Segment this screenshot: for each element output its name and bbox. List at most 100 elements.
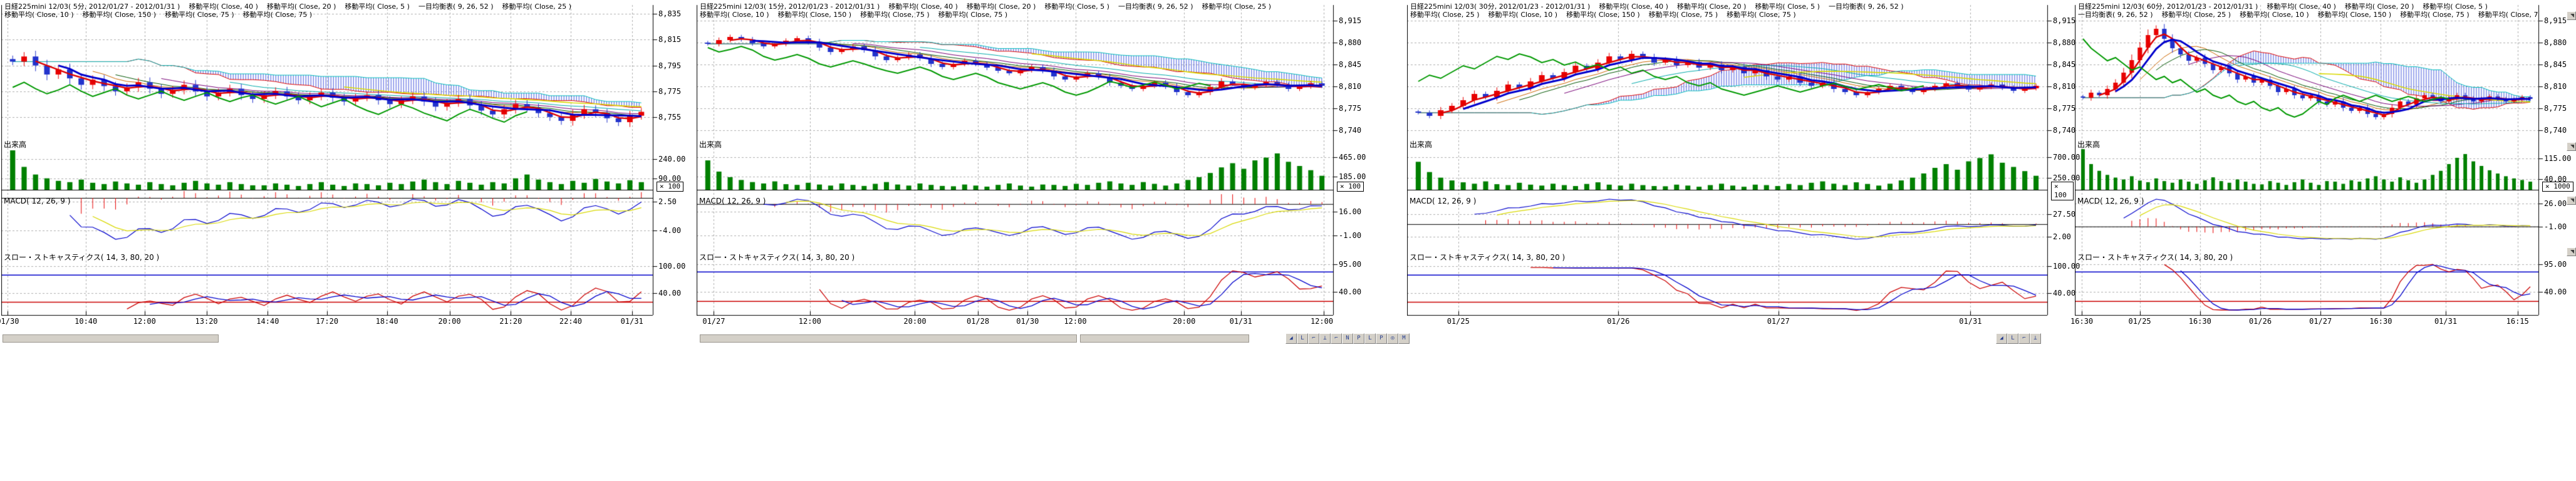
pane-restore-button[interactable] bbox=[2567, 11, 2576, 20]
macd-pane-label: MACD( 12, 26, 9 ) bbox=[2077, 197, 2144, 205]
mini-toolbar-button[interactable]: M bbox=[1398, 333, 1410, 344]
pane-restore-button[interactable] bbox=[2567, 142, 2576, 151]
mini-toolbar-button[interactable]: ◎ bbox=[1387, 333, 1398, 344]
mini-toolbar-button[interactable]: ⊥ bbox=[1319, 333, 1331, 344]
stoch-pane-label: スロー・ストキャスティクス( 14, 3, 80, 20 ) bbox=[2077, 252, 2233, 262]
mini-toolbar-button[interactable]: ⊥ bbox=[2030, 333, 2041, 344]
indicator-label: 移動平均( Close, 40 ) bbox=[189, 3, 258, 11]
time-axis-tick: 16:30 bbox=[2070, 317, 2093, 326]
indicator-label: 移動平均( Close, 150 ) bbox=[778, 11, 852, 19]
price-axis-tick: 8,775 bbox=[2544, 104, 2567, 113]
price-chart-canvas[interactable] bbox=[1, 0, 693, 348]
volume-axis-tick: 240.00 bbox=[658, 155, 685, 163]
mini-toolbar-button[interactable]: L bbox=[2007, 333, 2018, 344]
volume-axis-tick: 700.00 bbox=[2053, 153, 2080, 162]
volume-axis-tick: 115.00 bbox=[2544, 154, 2571, 163]
time-axis-tick: 01/27 bbox=[1767, 317, 1790, 326]
mini-toolbar-button[interactable]: L bbox=[1297, 333, 1308, 344]
time-axis-tick: 14:40 bbox=[256, 317, 279, 326]
indicator-label: 移動平均( Close, 25 ) bbox=[1202, 3, 1272, 11]
time-axis-tick: 01/30 bbox=[0, 317, 19, 326]
time-axis-tick: 01/28 bbox=[967, 317, 989, 326]
time-axis-tick: 10:40 bbox=[75, 317, 97, 326]
mini-toolbar-button[interactable]: ⌐ bbox=[2018, 333, 2030, 344]
horizontal-scrollbar[interactable] bbox=[3, 334, 219, 343]
chart-title: 日経225mini 12/03( 60分, 2012/01/23 - 2012/… bbox=[2078, 3, 2258, 11]
indicator-label: 一目均衡表( 9, 26, 52 ) bbox=[2078, 11, 2153, 19]
time-axis-tick: 01/26 bbox=[2249, 317, 2272, 326]
price-axis-tick: 8,775 bbox=[1339, 104, 1361, 113]
indicator-label: 移動平均( Close, 75 ) bbox=[860, 11, 930, 19]
time-axis-tick: 20:00 bbox=[438, 317, 460, 326]
time-axis-tick: 01/27 bbox=[702, 317, 725, 326]
stoch-axis-tick: 40.00 bbox=[658, 289, 681, 297]
chart-header-line1: 日経225mini 12/03( 15分, 2012/01/23 - 2012/… bbox=[700, 3, 1332, 11]
time-axis-tick: 01/26 bbox=[1607, 317, 1629, 326]
price-chart-canvas[interactable] bbox=[697, 0, 1403, 348]
mini-toolbar-button[interactable]: ◢ bbox=[1285, 333, 1297, 344]
indicator-label: 移動平均( Close, 5 ) bbox=[1755, 3, 1820, 11]
macd-axis-tick: -1.00 bbox=[1339, 231, 1361, 240]
time-axis-tick: 21:20 bbox=[499, 317, 522, 326]
chart-title: 日経225mini 12/03( 5分, 2012/01/27 - 2012/0… bbox=[4, 3, 180, 11]
macd-pane-label: MACD( 12, 26, 9 ) bbox=[1410, 197, 1476, 205]
horizontal-scrollbar[interactable] bbox=[700, 334, 1077, 343]
volume-multiplier-box: × 100 bbox=[657, 182, 683, 192]
price-axis-tick: 8,755 bbox=[658, 113, 681, 122]
volume-axis-tick: 465.00 bbox=[1339, 153, 1366, 162]
price-axis-tick: 8,775 bbox=[2053, 104, 2075, 113]
indicator-label: 移動平均( Close, 5 ) bbox=[2423, 3, 2488, 11]
volume-pane-label: 出来高 bbox=[1410, 139, 1432, 150]
indicator-label: 移動平均( Close, 10 ) bbox=[2240, 11, 2309, 19]
price-axis-tick: 8,795 bbox=[658, 61, 681, 70]
time-axis-tick: 20:00 bbox=[903, 317, 926, 326]
stoch-pane-label: スロー・ストキャスティクス( 14, 3, 80, 20 ) bbox=[4, 252, 159, 262]
price-axis-tick: 8,880 bbox=[2053, 38, 2075, 47]
volume-multiplier-box: × 1000 bbox=[2542, 182, 2573, 192]
volume-multiplier-box: × 100 bbox=[1337, 182, 1364, 192]
indicator-label: 移動平均( Close, 75 ) bbox=[1649, 11, 1718, 19]
stoch-pane-label: スロー・ストキャスティクス( 14, 3, 80, 20 ) bbox=[699, 252, 854, 262]
stoch-axis-tick: 40.00 bbox=[2053, 289, 2075, 297]
indicator-label: 移動平均( Close, 75 ) bbox=[2400, 11, 2470, 19]
horizontal-scrollbar[interactable] bbox=[1080, 334, 1249, 343]
pane-restore-button[interactable] bbox=[2567, 247, 2576, 256]
price-chart-canvas[interactable] bbox=[2075, 0, 2576, 348]
mini-toolbar-button[interactable]: P bbox=[1353, 333, 1364, 344]
time-axis-tick: 22:40 bbox=[559, 317, 582, 326]
price-chart-canvas[interactable] bbox=[1407, 0, 2074, 348]
time-axis-tick: 01/25 bbox=[2129, 317, 2151, 326]
indicator-label: 移動平均( Close, 25 ) bbox=[1410, 11, 1480, 19]
time-axis-tick: 16:30 bbox=[2189, 317, 2211, 326]
time-axis-tick: 01/30 bbox=[1016, 317, 1039, 326]
stoch-axis-tick: 100.00 bbox=[658, 262, 685, 271]
macd-axis-tick: 26.00 bbox=[2544, 199, 2567, 208]
mini-toolbar-button[interactable]: ⌐ bbox=[1308, 333, 1319, 344]
price-axis-tick: 8,740 bbox=[1339, 126, 1361, 135]
indicator-label: 一目均衡表( 9, 26, 52 ) bbox=[418, 3, 494, 11]
stoch-axis-tick: 100.00 bbox=[2053, 262, 2080, 271]
chart-title: 日経225mini 12/03( 30分, 2012/01/23 - 2012/… bbox=[1410, 3, 1590, 11]
indicator-label: 移動平均( Close, 20 ) bbox=[267, 3, 336, 11]
time-axis-tick: 16:30 bbox=[2369, 317, 2392, 326]
mini-toolbar-button[interactable]: N bbox=[1342, 333, 1353, 344]
price-axis-tick: 8,740 bbox=[2053, 126, 2075, 135]
price-axis-tick: 8,835 bbox=[658, 9, 681, 18]
price-axis-tick: 8,915 bbox=[2544, 16, 2567, 25]
indicator-label: 移動平均( Close, 40 ) bbox=[2267, 3, 2336, 11]
time-axis-tick: 17:20 bbox=[316, 317, 338, 326]
price-axis-tick: 8,880 bbox=[1339, 38, 1361, 47]
mini-toolbar-button[interactable]: ◢ bbox=[1996, 333, 2007, 344]
mini-toolbar-button[interactable]: P bbox=[1376, 333, 1387, 344]
indicator-label: 移動平均( Close, 10 ) bbox=[4, 11, 74, 19]
macd-pane-label: MACD( 12, 26, 9 ) bbox=[699, 197, 766, 205]
mini-toolbar-button[interactable]: ⌐ bbox=[1331, 333, 1342, 344]
mini-toolbar-button[interactable]: L bbox=[1364, 333, 1376, 344]
indicator-label: 移動平均( Close, 150 ) bbox=[1566, 11, 1640, 19]
stoch-axis-tick: 40.00 bbox=[2544, 287, 2567, 296]
indicator-label: 移動平均( Close, 5 ) bbox=[345, 3, 410, 11]
macd-axis-tick: 27.50 bbox=[2053, 210, 2075, 219]
pane-restore-button[interactable] bbox=[2567, 196, 2576, 205]
macd-axis-tick: -4.00 bbox=[658, 226, 681, 235]
time-axis-tick: 16:15 bbox=[2506, 317, 2529, 326]
